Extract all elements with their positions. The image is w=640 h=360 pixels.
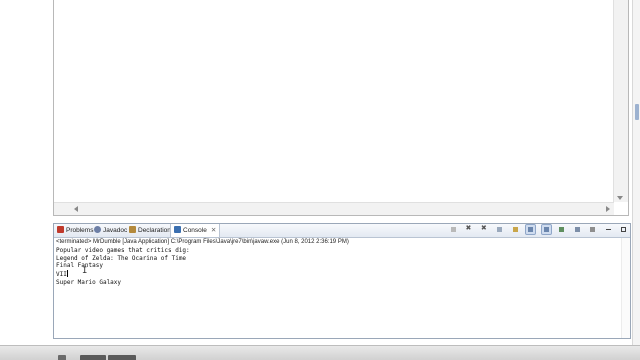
taskbar-app-icon[interactable] (80, 355, 106, 360)
scroll-left-arrow-icon[interactable] (74, 206, 78, 212)
javadoc-icon (94, 226, 101, 233)
close-tab-icon[interactable]: ✕ (211, 224, 216, 237)
view-tab-bar: Problems Javadoc Declaration Console ✕ ✖ … (54, 224, 630, 238)
taskbar (0, 345, 640, 360)
code-editor[interactable] (53, 0, 629, 216)
editor-vertical-scrollbar[interactable] (613, 0, 628, 202)
console-toolbar: ✖ ✖ (447, 224, 628, 236)
console-output[interactable]: Popular video games that critics dig: Leg… (56, 247, 190, 287)
terminate-icon[interactable] (449, 225, 458, 234)
remove-launch-icon[interactable]: ✖ (464, 225, 473, 234)
remove-all-icon[interactable]: ✖ (480, 225, 489, 234)
tab-label: Console (183, 227, 207, 234)
new-console-icon[interactable] (588, 225, 597, 234)
ibeam-cursor-icon: I (82, 266, 88, 276)
scroll-right-arrow-icon[interactable] (606, 206, 610, 212)
word-wrap-icon[interactable] (540, 224, 552, 235)
console-line: VII (56, 270, 68, 279)
minimize-icon[interactable] (604, 225, 613, 234)
console-line: Legend of Zelda: The Ocarina of Time (56, 254, 187, 262)
taskbar-start-icon[interactable] (58, 355, 66, 360)
console-line: Popular video games that critics dig: (56, 247, 190, 254)
console-icon (174, 226, 181, 233)
taskbar-app-icon[interactable] (108, 355, 136, 360)
tab-label: Declaration (138, 227, 171, 234)
tab-declaration[interactable]: Declaration (129, 224, 171, 237)
console-view: Problems Javadoc Declaration Console ✕ ✖ … (53, 223, 631, 339)
tab-problems[interactable]: Problems (57, 224, 93, 237)
console-line: Final Fantasy (56, 262, 103, 270)
tab-javadoc[interactable]: Javadoc (94, 224, 127, 237)
tab-label: Javadoc (103, 227, 128, 234)
problems-icon (57, 226, 64, 233)
tab-label: Problems (66, 227, 94, 234)
trim-marker[interactable] (635, 104, 639, 120)
console-status-line: <terminated> MrDumble [Java Application]… (56, 239, 349, 245)
right-trim-bar (632, 0, 640, 345)
console-vertical-scrollbar[interactable] (621, 238, 630, 338)
console-line: Super Mario Galaxy (56, 278, 122, 286)
left-gutter (0, 0, 52, 345)
open-console-icon[interactable] (557, 225, 566, 234)
tab-console[interactable]: Console ✕ (170, 224, 221, 237)
show-console-icon[interactable] (511, 225, 520, 234)
scroll-down-arrow-icon[interactable] (617, 196, 623, 200)
editor-horizontal-scrollbar[interactable] (54, 202, 614, 215)
pin-console-icon[interactable] (525, 224, 537, 235)
eclipse-window: Problems Javadoc Declaration Console ✕ ✖ … (0, 0, 640, 360)
text-caret (66, 270, 68, 278)
display-console-icon[interactable] (573, 225, 582, 234)
scroll-lock-icon[interactable] (495, 225, 504, 234)
declaration-icon (129, 226, 136, 233)
maximize-icon[interactable] (619, 225, 628, 234)
